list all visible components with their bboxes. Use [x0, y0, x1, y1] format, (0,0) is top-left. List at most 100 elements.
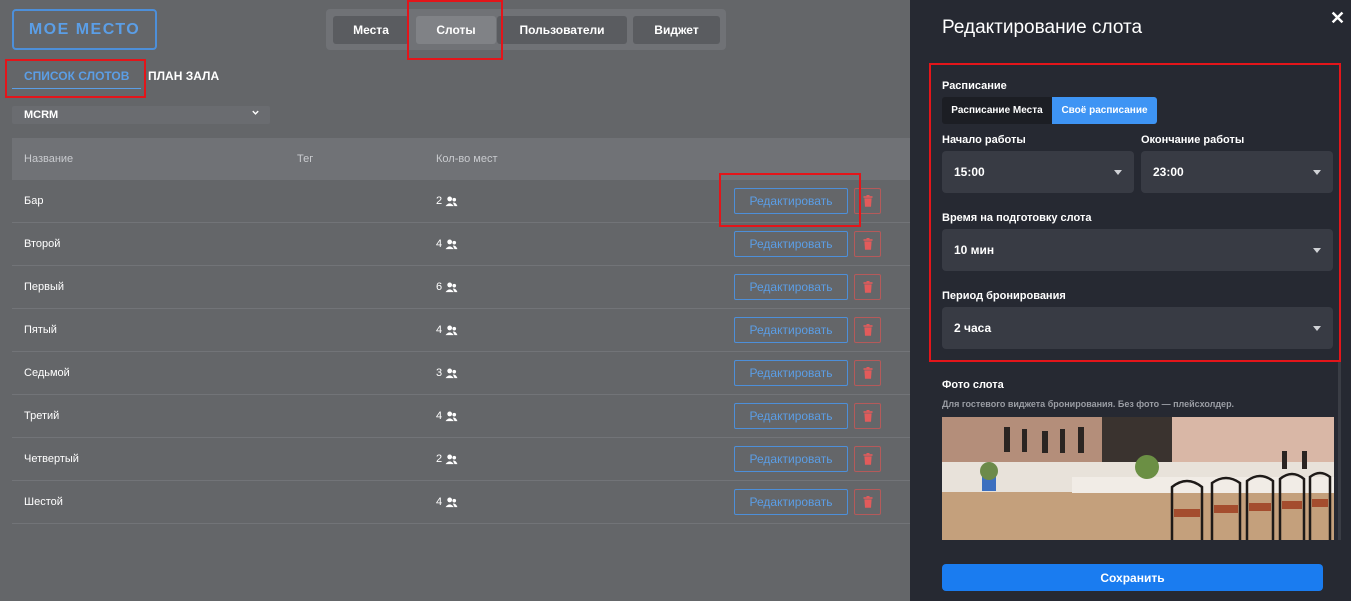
- seat-count-value: 3: [436, 367, 443, 379]
- start-time-select[interactable]: 15:00: [942, 151, 1134, 193]
- schedule-toggle[interactable]: Расписание Места Своё расписание: [942, 97, 1157, 124]
- slot-name: Второй: [24, 238, 61, 250]
- delete-button[interactable]: [854, 188, 881, 214]
- booking-period-value: 2 часа: [954, 321, 992, 335]
- seat-count: 2: [436, 195, 458, 207]
- slot-name: Седьмой: [24, 367, 70, 379]
- table-row: Шестой 4 Редактировать: [12, 481, 910, 524]
- prep-time-value: 10 мин: [954, 243, 995, 257]
- close-icon[interactable]: ✕: [1330, 8, 1345, 29]
- end-label: Окончание работы: [1141, 134, 1245, 146]
- tab-users[interactable]: Пользователи: [497, 16, 627, 44]
- caret-down-icon: [1114, 170, 1122, 175]
- trash-icon: [863, 238, 872, 250]
- seat-count: 4: [436, 238, 458, 250]
- seat-count-value: 4: [436, 410, 443, 422]
- table-row: Второй 4 Редактировать: [12, 223, 910, 266]
- people-icon: [445, 497, 458, 507]
- edit-button[interactable]: Редактировать: [734, 403, 848, 429]
- table-header: Название Тег Кол-во мест: [12, 138, 910, 180]
- edit-slot-panel: Редактирование слота ✕ Расписание Распис…: [910, 0, 1351, 601]
- edit-button[interactable]: Редактировать: [734, 231, 848, 257]
- trash-icon: [863, 281, 872, 293]
- edit-button[interactable]: Редактировать: [734, 274, 848, 300]
- seat-count-value: 2: [436, 453, 443, 465]
- save-button[interactable]: Сохранить: [942, 564, 1323, 591]
- people-icon: [445, 411, 458, 421]
- bar-photo-image: [942, 417, 1334, 540]
- end-time-select[interactable]: 23:00: [1141, 151, 1333, 193]
- tab-slots[interactable]: Слоты: [416, 16, 496, 44]
- trash-icon: [863, 410, 872, 422]
- slot-name: Четвертый: [24, 453, 79, 465]
- delete-button[interactable]: [854, 274, 881, 300]
- people-icon: [445, 368, 458, 378]
- seat-count-value: 4: [436, 238, 443, 250]
- chevron-down-icon: [251, 108, 260, 120]
- table-row: Пятый 4 Редактировать: [12, 309, 910, 352]
- panel-title: Редактирование слота: [942, 17, 1143, 38]
- venue-select[interactable]: MCRM: [12, 106, 270, 124]
- delete-button[interactable]: [854, 231, 881, 257]
- seat-count-value: 4: [436, 496, 443, 508]
- table-row: Первый 6 Редактировать: [12, 266, 910, 309]
- people-icon: [445, 196, 458, 206]
- people-icon: [445, 325, 458, 335]
- caret-down-icon: [1313, 170, 1321, 175]
- delete-button[interactable]: [854, 360, 881, 386]
- tab-widget[interactable]: Виджет: [633, 16, 720, 44]
- prep-time-select[interactable]: 10 мин: [942, 229, 1333, 271]
- venue-select-value: MCRM: [24, 109, 59, 121]
- end-time-value: 23:00: [1153, 165, 1184, 179]
- trash-icon: [863, 496, 872, 508]
- caret-down-icon: [1313, 326, 1321, 331]
- slot-name: Первый: [24, 281, 65, 293]
- delete-button[interactable]: [854, 489, 881, 515]
- seat-count-value: 2: [436, 195, 443, 207]
- slot-photo[interactable]: [942, 417, 1334, 540]
- logo[interactable]: МОЕ МЕСТО: [12, 9, 157, 50]
- photo-label: Фото слота: [942, 379, 1004, 391]
- edit-button[interactable]: Редактировать: [734, 489, 848, 515]
- photo-hint: Для гостевого виджета бронирования. Без …: [942, 399, 1235, 409]
- caret-down-icon: [1313, 248, 1321, 253]
- subtab-hall-plan[interactable]: ПЛАН ЗАЛА: [148, 69, 219, 83]
- table-row: Четвертый 2 Редактировать: [12, 438, 910, 481]
- seat-count-value: 4: [436, 324, 443, 336]
- start-time-value: 15:00: [954, 165, 985, 179]
- seat-count: 2: [436, 453, 458, 465]
- trash-icon: [863, 453, 872, 465]
- seat-count: 6: [436, 281, 458, 293]
- edit-button[interactable]: Редактировать: [734, 188, 848, 214]
- table-row: Седьмой 3 Редактировать: [12, 352, 910, 395]
- edit-button[interactable]: Редактировать: [734, 360, 848, 386]
- slot-name: Шестой: [24, 496, 63, 508]
- booking-period-select[interactable]: 2 часа: [942, 307, 1333, 349]
- start-label: Начало работы: [942, 134, 1026, 146]
- people-icon: [445, 282, 458, 292]
- people-icon: [445, 454, 458, 464]
- schedule-venue-option[interactable]: Расписание Места: [942, 97, 1052, 124]
- panel-scrollbar[interactable]: [1338, 360, 1341, 540]
- table-row: Третий 4 Редактировать: [12, 395, 910, 438]
- tab-places[interactable]: Места: [333, 16, 409, 44]
- edit-button[interactable]: Редактировать: [734, 317, 848, 343]
- slots-table: Название Тег Кол-во мест Бар 2 Редактирова…: [12, 138, 910, 524]
- prep-label: Время на подготовку слота: [942, 212, 1092, 224]
- schedule-own-option[interactable]: Своё расписание: [1052, 97, 1157, 124]
- subtab-slot-list[interactable]: СПИСОК СЛОТОВ: [11, 69, 142, 89]
- top-nav: Места Слоты Пользователи Виджет: [326, 9, 726, 50]
- schedule-label: Расписание: [942, 80, 1007, 92]
- header-seats: Кол-во мест: [436, 153, 498, 165]
- seat-count: 4: [436, 410, 458, 422]
- people-icon: [445, 239, 458, 249]
- header-tag: Тег: [297, 153, 314, 165]
- seat-count: 4: [436, 496, 458, 508]
- delete-button[interactable]: [854, 317, 881, 343]
- delete-button[interactable]: [854, 446, 881, 472]
- delete-button[interactable]: [854, 403, 881, 429]
- slot-name: Пятый: [24, 324, 57, 336]
- seat-count: 3: [436, 367, 458, 379]
- edit-button[interactable]: Редактировать: [734, 446, 848, 472]
- table-row: Бар 2 Редактировать: [12, 180, 910, 223]
